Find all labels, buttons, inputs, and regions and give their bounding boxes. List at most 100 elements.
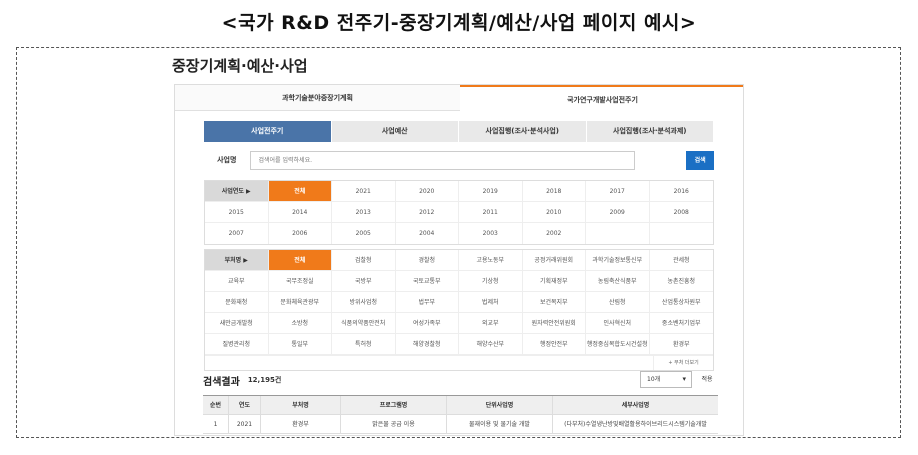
tab-project-lifecycle[interactable]: 사업전주기 [204,121,332,142]
page-title: 중장기계획·예산·사업 [172,57,308,75]
year-row: 2015 2014 2013 2012 2011 2010 2009 2008 [205,202,713,223]
ministry-option[interactable]: 행정중심복합도시건설청 [586,334,650,354]
ministry-option[interactable]: 행정안전부 [523,334,586,354]
cell-unit-project: 물재이용 및 물기술 개발 [447,415,553,433]
apply-button[interactable]: 적용 [696,371,718,388]
ministry-option[interactable]: 보건복지부 [523,292,586,312]
year-option[interactable]: 2010 [523,202,586,222]
ministry-row: 질병관리청 통일부 특허청 해양경찰청 해양수산부 행정안전부 행정중심복합도시… [205,334,713,355]
ministry-option[interactable]: 농촌진흥청 [650,271,714,291]
ministry-option[interactable]: 해양수산부 [459,334,523,354]
year-option[interactable]: 2021 [332,181,396,201]
year-option[interactable]: 전체 [268,181,332,201]
ministry-option[interactable]: 문화재청 [205,292,269,312]
tab-rnd-lifecycle[interactable]: 국가연구개발사업전주기 [460,85,743,111]
year-option[interactable]: 2011 [459,202,523,222]
year-option[interactable]: 2004 [396,223,459,244]
ministry-more-row: + 부처 더보기 [205,355,713,370]
year-option[interactable]: 2007 [205,223,269,244]
tab-project-budget[interactable]: 사업예산 [331,121,459,142]
more-ministries-button[interactable]: + 부처 더보기 [653,356,713,370]
ministry-option[interactable]: 교육부 [205,271,269,291]
ministry-option[interactable]: 환경부 [650,334,714,354]
year-option[interactable]: 2018 [523,181,586,201]
ministry-option[interactable]: 식품의약품안전처 [332,313,396,333]
ministry-row: 새만금개발청 소방청 식품의약품안전처 여성가족부 외교부 원자력안전위원회 인… [205,313,713,334]
page-caption: <국가 R&D 전주기-중장기계획/예산/사업 페이지 예시> [221,12,697,34]
year-option[interactable]: 2019 [459,181,523,201]
ministry-option[interactable]: 법제처 [459,292,523,312]
ministry-option[interactable]: 원자력안전위원회 [523,313,586,333]
col-header-year: 연도 [229,396,261,414]
ministry-option[interactable]: 기상청 [459,271,523,291]
ministry-option[interactable]: 질병관리청 [205,334,269,354]
tab-execution-project[interactable]: 사업집행(조사·분석사업) [459,121,587,142]
ministry-option[interactable]: 고용노동부 [459,250,523,270]
ministry-row: 문화재청 문화체육관광부 방위사업청 법무부 법제처 보건복지부 산림청 산업통… [205,292,713,313]
ministry-option[interactable]: 경찰청 [396,250,459,270]
cell-program: 맑은물 공급 이용 [341,415,447,433]
col-header-unit-project: 단위사업명 [447,396,553,414]
search-input[interactable] [249,150,636,170]
year-option[interactable]: 2006 [269,223,332,244]
ministry-option[interactable]: 법무부 [396,292,459,312]
page-size-value: 10개 [647,376,661,383]
year-option[interactable]: 2016 [650,181,714,201]
year-option[interactable]: 2012 [396,202,459,222]
ministry-option[interactable]: 중소벤처기업부 [650,313,714,333]
cell-year: 2021 [229,415,261,433]
ministry-option[interactable]: 공정거래위원회 [523,250,586,270]
ministry-option[interactable]: 기획재정부 [523,271,586,291]
ministry-option[interactable]: 관세청 [650,250,714,270]
ministry-option[interactable]: 새만금개발청 [205,313,269,333]
year-option[interactable]: 2017 [586,181,650,201]
ministry-option[interactable]: 특허청 [332,334,396,354]
ministry-option[interactable]: 산림청 [586,292,650,312]
ministry-option[interactable]: 산업통상자원부 [650,292,714,312]
tab-midterm-plan[interactable]: 과학기술분야중장기계획 [175,85,460,111]
year-option[interactable]: 2014 [269,202,332,222]
year-option[interactable]: 2003 [459,223,523,244]
ministry-option[interactable]: 검찰청 [332,250,396,270]
year-option[interactable]: 2002 [523,223,586,244]
result-summary: 검색결과 12,195건 10개 ▾ 적용 [203,370,718,390]
top-tab-bar: 과학기술분야중장기계획 국가연구개발사업전주기 [175,85,743,111]
ministry-option[interactable]: 여성가족부 [396,313,459,333]
ministry-option[interactable]: 과학기술정보통신부 [586,250,650,270]
ministry-option[interactable]: 국방부 [332,271,396,291]
ministry-option[interactable]: 해양경찰청 [396,334,459,354]
col-header-program: 프로그램명 [341,396,447,414]
ministry-filter-header: 부처명 ▶ [205,250,269,270]
ministry-option[interactable]: 문화체육관광부 [269,292,332,312]
year-option[interactable]: 2008 [650,202,714,222]
tab-execution-task[interactable]: 사업집행(조사·분석과제) [586,121,714,142]
ministry-filter-grid: 부처명 ▶ 전체 검찰청 경찰청 고용노동부 공정거래위원회 과학기술정보통신부… [204,249,714,371]
year-option[interactable]: 2015 [205,202,269,222]
year-option[interactable]: 2005 [332,223,396,244]
ministry-row: 교육부 국무조정실 국방부 국토교통부 기상청 기획재정부 농림축산식품부 농촌… [205,271,713,292]
ministry-row: 부처명 ▶ 전체 검찰청 경찰청 고용노동부 공정거래위원회 과학기술정보통신부… [205,250,713,271]
col-header-ministry: 부처명 [261,396,341,414]
search-button[interactable]: 검색 [686,150,714,170]
ministry-option[interactable]: 방위사업청 [332,292,396,312]
page-size-select[interactable]: 10개 ▾ [640,371,692,388]
ministry-option[interactable]: 소방청 [269,313,332,333]
year-filter-header: 사업연도 ▶ [205,181,269,201]
cell-ministry: 환경부 [261,415,341,433]
ministry-option[interactable]: 통일부 [269,334,332,354]
year-filter-grid: 사업연도 ▶ 전체 2021 2020 2019 2018 2017 2016 … [204,180,714,245]
year-option[interactable]: 2013 [332,202,396,222]
ministry-option[interactable]: 국토교통부 [396,271,459,291]
ministry-option[interactable]: 국무조정실 [269,271,332,291]
table-header-row: 순번 연도 부처명 프로그램명 단위사업명 세부사업명 [203,396,718,415]
ministry-option[interactable]: 인사혁신처 [586,313,650,333]
year-option[interactable]: 2009 [586,202,650,222]
year-option[interactable]: 2020 [396,181,459,201]
ministry-option[interactable]: 외교부 [459,313,523,333]
chevron-down-icon: ▾ [682,375,686,383]
year-empty-cell [650,223,714,244]
ministry-option[interactable]: 농림축산식품부 [586,271,650,291]
sub-tab-bar: 사업전주기 사업예산 사업집행(조사·분석사업) 사업집행(조사·분석과제) [204,121,714,142]
ministry-option[interactable]: 전체 [268,250,332,270]
table-row[interactable]: 1 2021 환경부 맑은물 공급 이용 물재이용 및 물기술 개발 (다부처)… [203,415,718,434]
